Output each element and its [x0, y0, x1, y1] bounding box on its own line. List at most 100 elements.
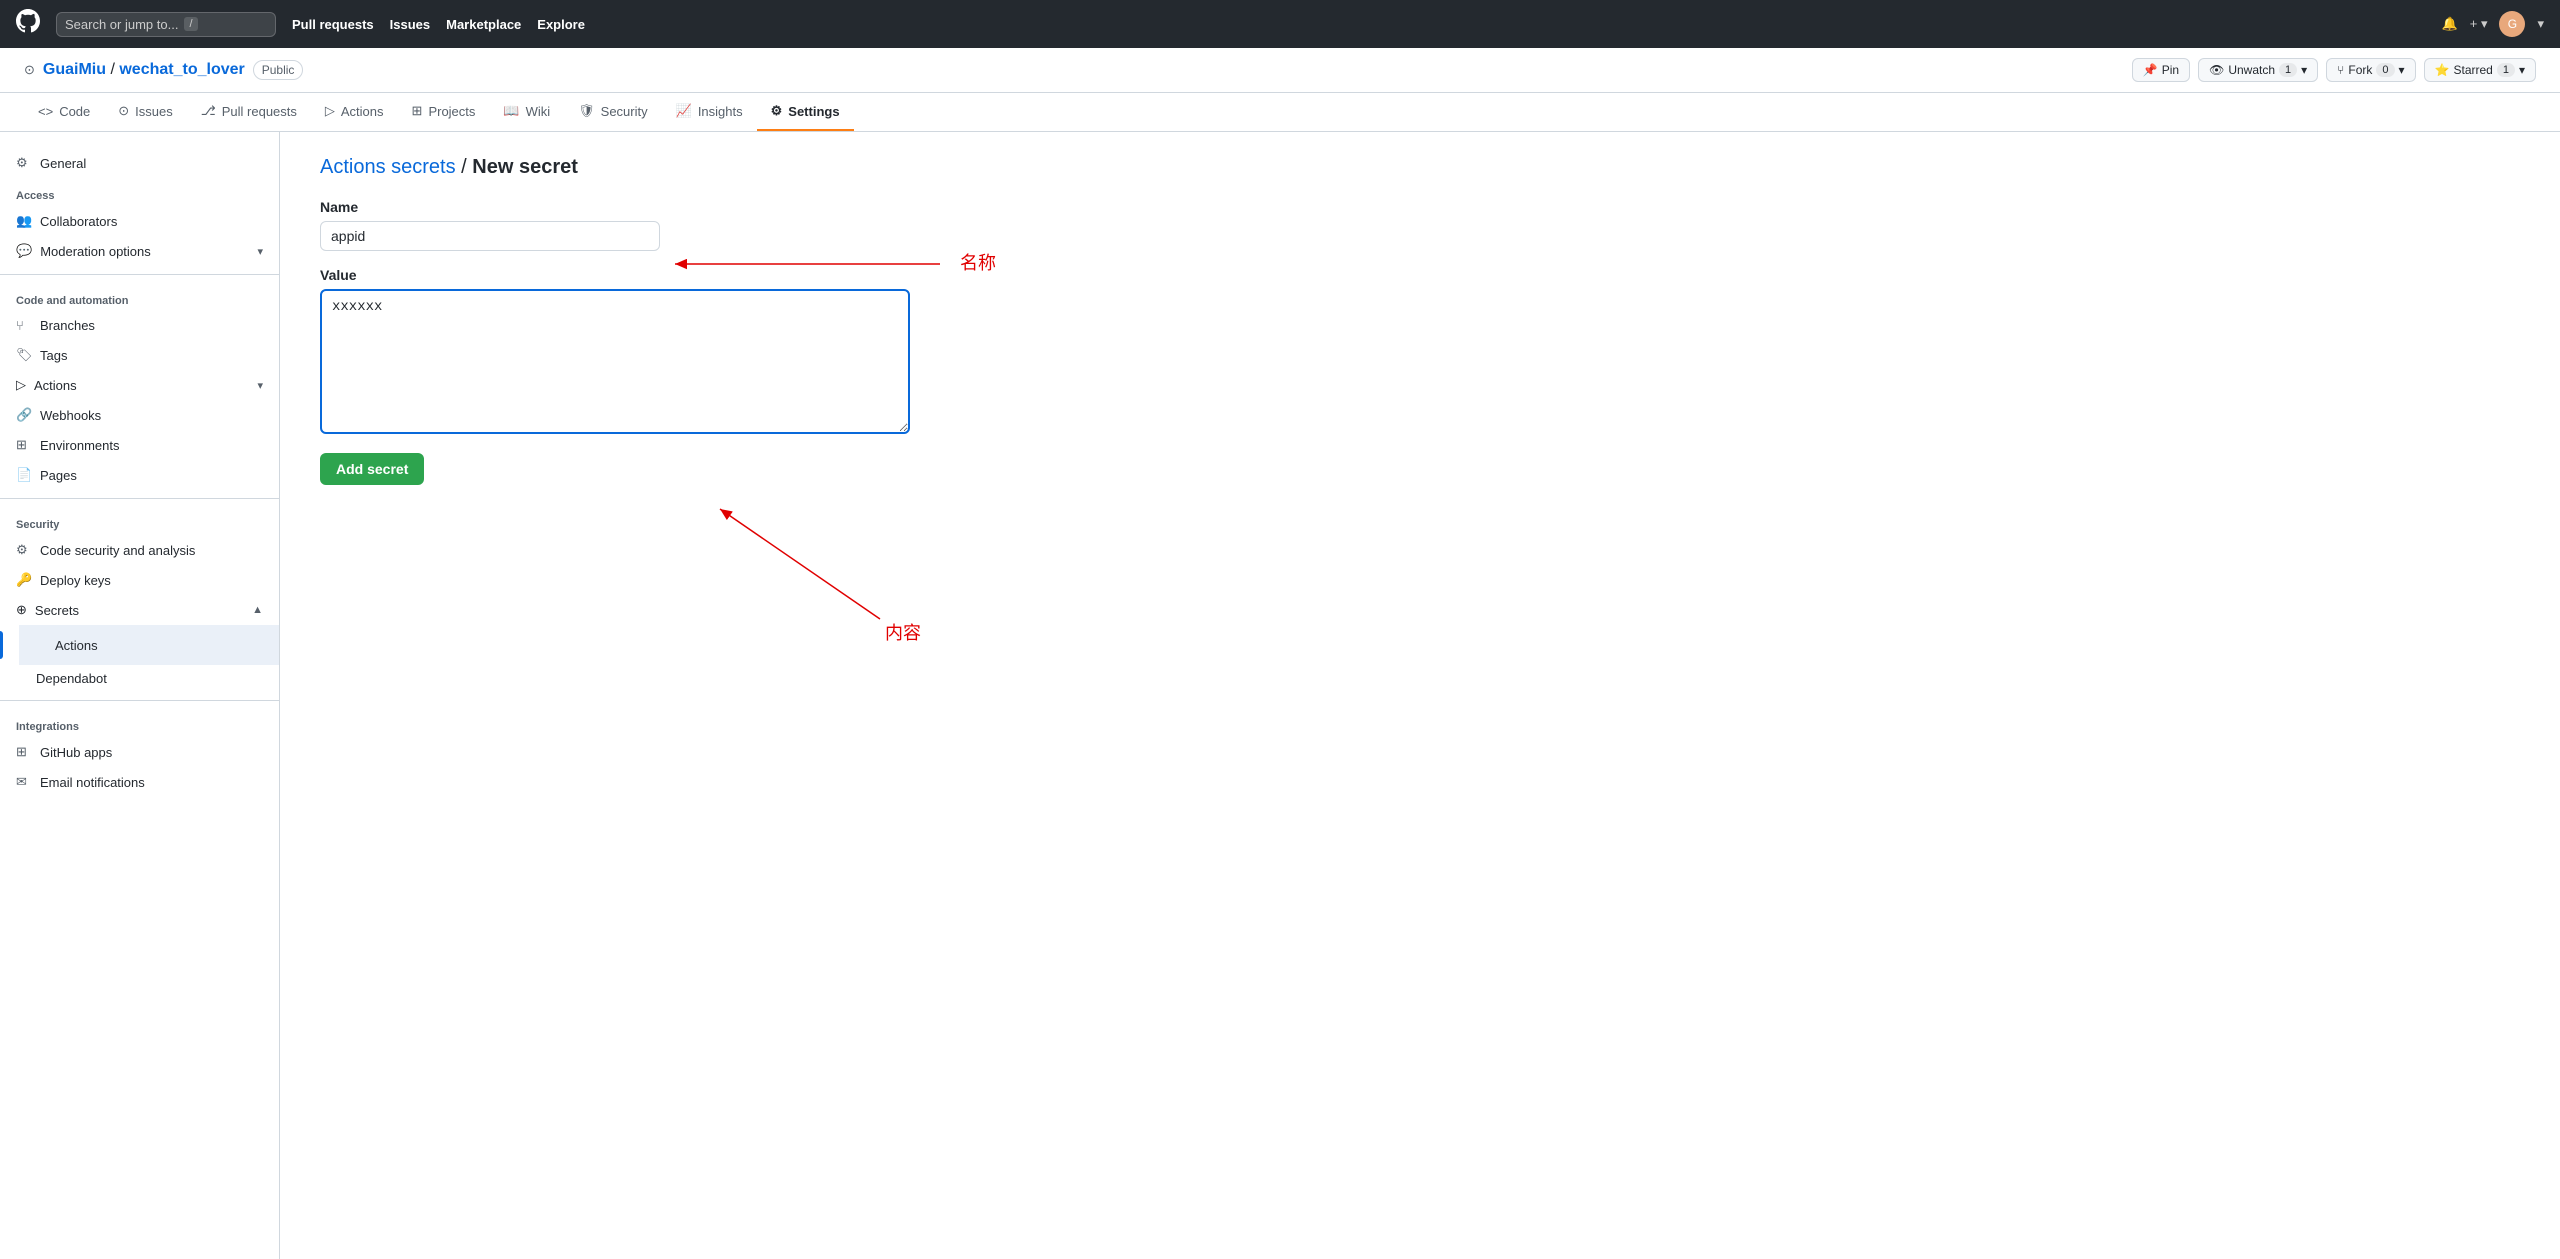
- breadcrumb-link[interactable]: Actions secrets: [320, 156, 456, 178]
- pin-label: Pin: [2162, 63, 2179, 77]
- avatar[interactable]: G: [2499, 11, 2525, 37]
- sidebar-deploy-keys[interactable]: 🔑 Deploy keys: [0, 565, 279, 595]
- svg-text:内容: 内容: [885, 623, 921, 643]
- fork-chevron-icon[interactable]: ▾: [2399, 63, 2405, 77]
- star-button[interactable]: ⭐ Starred 1 ▾: [2424, 58, 2536, 82]
- wiki-icon: 📖: [503, 103, 519, 119]
- repo-visibility-badge: Public: [253, 60, 304, 80]
- sidebar-environments[interactable]: ⊞ Environments: [0, 430, 279, 460]
- sidebar-integrations-section: Integrations: [0, 709, 279, 737]
- sidebar-moderation-label: Moderation options: [40, 244, 151, 259]
- tab-issues[interactable]: ⊙ Issues: [104, 93, 186, 131]
- sidebar-webhooks[interactable]: 🔗 Webhooks: [0, 400, 279, 430]
- environment-icon: ⊞: [16, 437, 32, 453]
- name-input[interactable]: [320, 221, 660, 251]
- sidebar-code-security[interactable]: ⚙ Code security and analysis: [0, 535, 279, 565]
- moderation-icon: 💬: [16, 243, 32, 259]
- sidebar-deploy-keys-label: Deploy keys: [40, 573, 111, 588]
- repo-owner-link[interactable]: GuaiMiu: [43, 61, 106, 78]
- repo-tabs: <> Code ⊙ Issues ⎇ Pull requests ▷ Actio…: [0, 93, 2560, 132]
- branch-icon: ⑂: [16, 318, 32, 333]
- sidebar-general[interactable]: ⚙ General: [0, 148, 279, 178]
- starred-label: Starred: [2453, 63, 2492, 77]
- tab-actions-label: Actions: [341, 104, 384, 119]
- star-chevron-icon[interactable]: ▾: [2519, 63, 2525, 77]
- sidebar-collaborators-label: Collaborators: [40, 214, 117, 229]
- tab-code[interactable]: <> Code: [24, 93, 104, 131]
- sidebar-secrets-actions-label: Actions: [55, 638, 98, 653]
- repo-name-link[interactable]: wechat_to_lover: [119, 61, 244, 78]
- search-text: Search or jump to...: [65, 17, 178, 32]
- unwatch-label: Unwatch: [2228, 63, 2275, 77]
- code-icon: <>: [38, 104, 53, 119]
- pr-icon: ⎇: [201, 103, 216, 119]
- plus-icon[interactable]: + ▾: [2470, 16, 2488, 32]
- key-icon: 🔑: [16, 572, 32, 588]
- sidebar-moderation-options[interactable]: 💬 Moderation options ▾: [0, 236, 279, 266]
- sidebar-environments-label: Environments: [40, 438, 119, 453]
- sidebar-github-apps[interactable]: ⊞ GitHub apps: [0, 737, 279, 767]
- sidebar-secrets-actions[interactable]: Actions: [19, 625, 279, 665]
- sidebar-email-notifications[interactable]: ✉ Email notifications: [0, 767, 279, 797]
- page-layout: ⚙ General Access 👥 Collaborators 💬 Moder…: [0, 132, 2560, 1259]
- tag-icon: 🏷: [16, 347, 32, 363]
- tab-insights[interactable]: 📈 Insights: [662, 93, 757, 131]
- sidebar-access-section: Access: [0, 178, 279, 206]
- tab-projects[interactable]: ⊞ Projects: [398, 93, 490, 131]
- sidebar-general-label: General: [40, 156, 86, 171]
- sidebar-branches[interactable]: ⑂ Branches: [0, 311, 279, 340]
- notification-icon[interactable]: 🔔: [2442, 16, 2458, 32]
- tab-actions[interactable]: ▷ Actions: [311, 93, 398, 131]
- tab-pull-requests[interactable]: ⎇ Pull requests: [187, 93, 311, 131]
- nav-marketplace-link[interactable]: Marketplace: [446, 17, 521, 32]
- sidebar-pages[interactable]: 📄 Pages: [0, 460, 279, 490]
- settings-sidebar: ⚙ General Access 👥 Collaborators 💬 Moder…: [0, 132, 280, 1259]
- search-box[interactable]: Search or jump to... /: [56, 12, 276, 37]
- sidebar-collaborators[interactable]: 👥 Collaborators: [0, 206, 279, 236]
- moderation-chevron-icon: ▾: [257, 245, 263, 258]
- breadcrumb: Actions secrets / New secret: [320, 156, 2520, 179]
- unwatch-button[interactable]: 👁 Unwatch 1 ▾: [2198, 58, 2318, 82]
- sidebar-secrets-group[interactable]: ⊕ Secrets ▲: [0, 595, 279, 625]
- name-label: Name: [320, 199, 1020, 215]
- breadcrumb-current: New secret: [472, 156, 578, 178]
- sidebar-webhooks-label: Webhooks: [40, 408, 101, 423]
- tab-code-label: Code: [59, 104, 90, 119]
- sidebar-security-section: Security: [0, 507, 279, 535]
- tab-settings[interactable]: ⚙ Settings: [757, 93, 854, 131]
- top-nav-links: Code Pull requests Issues Marketplace Ex…: [292, 17, 585, 32]
- name-form-group: Name: [320, 199, 1020, 251]
- tab-security-label: Security: [601, 104, 648, 119]
- unwatch-chevron-icon[interactable]: ▾: [2301, 63, 2307, 77]
- value-textarea[interactable]: xxxxxx: [320, 289, 910, 434]
- sidebar-tags[interactable]: 🏷 Tags: [0, 340, 279, 370]
- fork-count: 0: [2376, 63, 2394, 77]
- nav-issues-link[interactable]: Issues: [390, 17, 430, 32]
- value-form-group: Value xxxxxx: [320, 267, 1020, 437]
- tab-security[interactable]: 🛡 Security: [564, 93, 661, 131]
- webhook-icon: 🔗: [16, 407, 32, 423]
- sidebar-secrets-dependabot-label: Dependabot: [36, 671, 107, 686]
- projects-icon: ⊞: [412, 103, 423, 119]
- repo-path: GuaiMiu / wechat_to_lover: [43, 61, 245, 79]
- security-icon: 🛡: [578, 103, 595, 119]
- secrets-actions-row: Actions: [0, 625, 279, 665]
- sidebar-secrets-dependabot[interactable]: Dependabot: [0, 665, 279, 692]
- actions-chevron-icon: ▾: [257, 379, 263, 392]
- tab-wiki[interactable]: 📖 Wiki: [489, 93, 564, 131]
- issues-icon: ⊙: [118, 103, 129, 119]
- nav-explore-link[interactable]: Explore: [537, 17, 585, 32]
- sidebar-branches-label: Branches: [40, 318, 95, 333]
- sidebar-actions-group[interactable]: ▷ Actions ▾: [0, 370, 279, 400]
- fork-button[interactable]: ⑂ Fork 0 ▾: [2326, 58, 2415, 82]
- tab-issues-label: Issues: [135, 104, 173, 119]
- avatar-dropdown-icon[interactable]: ▾: [2537, 16, 2544, 32]
- tab-wiki-label: Wiki: [526, 104, 551, 119]
- add-secret-button[interactable]: Add secret: [320, 453, 424, 485]
- pin-button[interactable]: 📌 Pin: [2132, 58, 2190, 82]
- pin-icon: 📌: [2143, 63, 2158, 77]
- email-icon: ✉: [16, 774, 32, 790]
- tab-insights-label: Insights: [698, 104, 743, 119]
- nav-pull-requests-link[interactable]: Pull requests: [292, 17, 374, 32]
- github-logo-icon[interactable]: [16, 9, 40, 39]
